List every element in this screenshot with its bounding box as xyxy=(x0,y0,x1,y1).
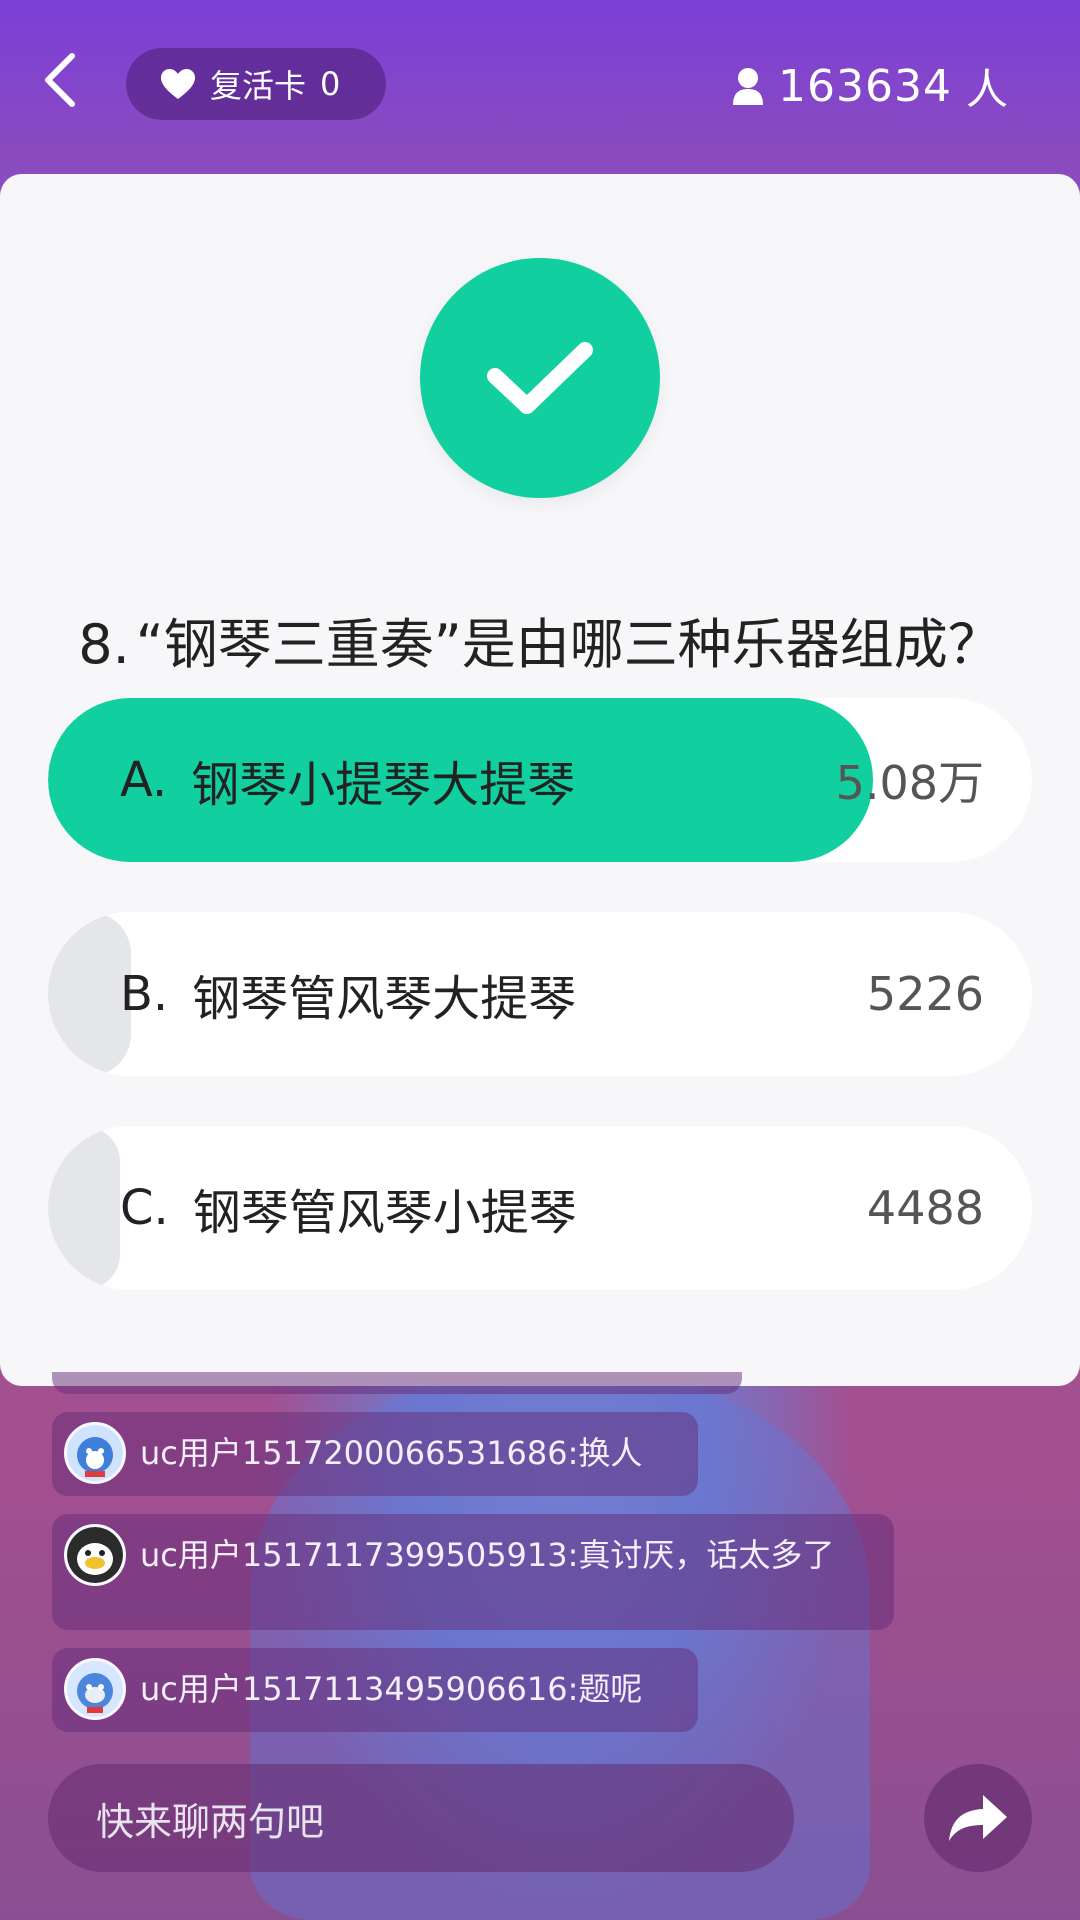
participant-number: 163634 xyxy=(778,60,952,112)
chat-message-partial xyxy=(52,1372,742,1394)
option-text: 钢琴小提琴大提琴 xyxy=(191,757,576,813)
option-letter: A. xyxy=(120,752,168,808)
heart-icon xyxy=(161,69,195,99)
question-text: 8. “钢琴三重奏”是由哪三种乐器组成？ xyxy=(60,604,1020,686)
chat-message-text: uc用户1517113495906616:题呢 xyxy=(140,1670,643,1708)
question-card: 8. “钢琴三重奏”是由哪三种乐器组成？ A. 钢琴小提琴大提琴 5.08万 B.… xyxy=(0,174,1080,1386)
chat-message-text: uc用户1517117399505913:真讨厌，话太多了 xyxy=(140,1536,835,1574)
revive-card-count: 0 xyxy=(320,65,341,103)
top-bar: 复活卡 0 163634 人 xyxy=(0,0,1080,170)
revive-card-badge[interactable]: 复活卡 0 xyxy=(126,48,386,120)
option-c[interactable]: C. 钢琴管风琴小提琴 4488 xyxy=(48,1126,1032,1290)
chat-message-text: uc用户1517200066531686:换人 xyxy=(140,1434,643,1472)
chevron-left-icon xyxy=(45,53,75,107)
participant-count: 163634 人 xyxy=(732,56,1008,116)
user-icon xyxy=(733,68,764,105)
back-button[interactable] xyxy=(40,52,80,108)
option-votes: 5.08万 xyxy=(835,756,984,810)
chat-input[interactable]: 快来聊两句吧 xyxy=(48,1764,794,1872)
chat-input-placeholder: 快来聊两句吧 xyxy=(96,1799,325,1844)
option-text: 钢琴管风琴小提琴 xyxy=(192,1185,577,1241)
share-button[interactable] xyxy=(924,1764,1032,1872)
robot-bird-avatar-icon xyxy=(64,1658,126,1720)
option-letter: B. xyxy=(120,966,169,1022)
option-c-vote-bar xyxy=(48,1126,120,1290)
question-number: 8. xyxy=(78,613,130,676)
captain-bird-avatar-icon xyxy=(64,1422,126,1484)
option-b-vote-bar xyxy=(48,912,131,1076)
participant-unit: 人 xyxy=(965,64,1008,114)
chat-message: uc用户1517117399505913:真讨厌，话太多了 xyxy=(52,1514,894,1630)
check-icon xyxy=(487,342,593,414)
share-arrow-icon xyxy=(949,1795,1007,1841)
correct-result-badge xyxy=(420,258,660,498)
question-body: “钢琴三重奏”是由哪三种乐器组成？ xyxy=(135,613,1002,676)
revive-card-label: 复活卡 xyxy=(210,67,307,105)
option-letter: C. xyxy=(120,1180,169,1236)
option-votes: 5226 xyxy=(866,967,984,1021)
option-b[interactable]: B. 钢琴管风琴大提琴 5226 xyxy=(48,912,1032,1076)
duck-avatar-icon xyxy=(64,1524,126,1586)
chat-message: uc用户1517200066531686:换人 xyxy=(52,1412,698,1496)
option-text: 钢琴管风琴大提琴 xyxy=(192,971,577,1027)
option-votes: 4488 xyxy=(866,1181,984,1235)
chat-message: uc用户1517113495906616:题呢 xyxy=(52,1648,698,1732)
option-a[interactable]: A. 钢琴小提琴大提琴 5.08万 xyxy=(48,698,1032,862)
